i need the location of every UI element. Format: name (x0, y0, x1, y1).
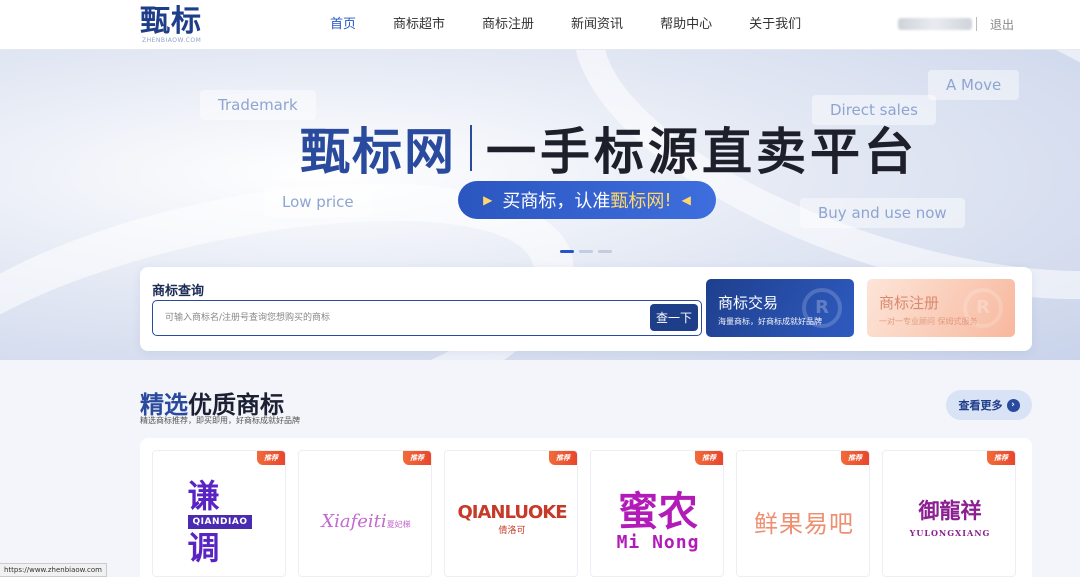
trademark-card[interactable]: 推荐 QIANLUOKE 倩洛可 (444, 450, 578, 577)
trademark-char: 调 (187, 528, 220, 567)
register-card-subtitle: 一对一专业顾问 保姆式服务 (879, 317, 978, 326)
top-header: 甄标 ZHENBIAOW.COM 首页 商标超市 商标注册 新闻资讯 帮助中心 … (0, 0, 1080, 50)
logout-link[interactable]: 退出 (990, 16, 1014, 33)
trademark-logo-text: 御龍祥 YULONGXIANG (909, 497, 991, 544)
pill-text: 买商标，认准 (502, 191, 611, 212)
registered-mark-icon: R (802, 288, 842, 328)
search-title: 商标查询 (152, 284, 205, 299)
trademark-logo-text: QIANLUOKE 倩洛可 (457, 501, 568, 540)
trademark-register-card[interactable]: 商标注册 一对一专业顾问 保姆式服务 R (867, 279, 1015, 337)
hero-divider (470, 125, 472, 171)
trademark-grid: 推荐 谦 QIANDIAO 调 推荐 Xiafeiti夏妃梯 推荐 QIANLU… (140, 438, 1032, 577)
search-button[interactable]: 查一下 (650, 304, 698, 331)
trademark-name: 蜜农 (617, 487, 698, 535)
trademark-logo: QIANLUOKE 倩洛可 (445, 465, 577, 576)
trademark-en: YULONGXIANG (909, 527, 991, 538)
trademark-en: Mi Nong (616, 531, 700, 553)
trademark-logo-text: Xiafeiti夏妃梯 (321, 511, 410, 532)
banner-tag: Low price (264, 187, 372, 217)
search-panel: 商标查询 查一下 商标交易 海量商标，好商标成就好品牌 R 商标注册 一对一专业… (140, 267, 1032, 351)
search-box: 查一下 (152, 300, 702, 336)
carousel-dot[interactable] (579, 250, 593, 253)
carousel-dot[interactable] (598, 250, 612, 253)
trademark-cn: 倩洛可 (498, 525, 526, 536)
nav-about[interactable]: 关于我们 (749, 0, 801, 50)
view-more-button[interactable]: 查看更多 › (946, 390, 1032, 420)
arrow-circle-icon: › (1006, 398, 1020, 412)
nav-home[interactable]: 首页 (330, 0, 356, 50)
trademark-card[interactable]: 推荐 蜜农 Mi Nong (590, 450, 724, 577)
site-logo[interactable]: 甄标 ZHENBIAOW.COM (140, 6, 220, 46)
banner-tag: Trademark (200, 90, 316, 120)
trademark-card[interactable]: 推荐 Xiafeiti夏妃梯 (298, 450, 432, 577)
nav-news[interactable]: 新闻资讯 (571, 0, 623, 50)
arrow-right-icon: ▶ (483, 193, 493, 207)
trademark-logo: Xiafeiti夏妃梯 (299, 465, 431, 576)
header-divider (976, 17, 977, 31)
slogan-pill: ▶ 买商标，认准 甄标网! ◀ (458, 181, 716, 219)
trademark-char: 谦 (187, 476, 220, 515)
trademark-logo-text: 鲜果易吧 (754, 510, 854, 538)
trademark-name: Xiafeiti (321, 511, 387, 532)
recommend-badge: 推荐 (695, 451, 723, 465)
trademark-logo: 谦 QIANDIAO 调 (153, 465, 285, 576)
recommend-badge: 推荐 (549, 451, 577, 465)
trademark-logo: 鲜果易吧 (737, 465, 869, 576)
carousel-dot[interactable] (560, 250, 574, 253)
carousel-dots (560, 250, 617, 253)
logo-text: 甄标 (140, 4, 202, 39)
trademark-logo-text: 蜜农 Mi Nong (616, 487, 700, 553)
registered-mark-icon: R (963, 288, 1003, 328)
view-more-label: 查看更多 (958, 399, 1003, 412)
nav-help[interactable]: 帮助中心 (660, 0, 712, 50)
trade-card-title: 商标交易 (718, 294, 779, 312)
trademark-name: 御龍祥 (918, 497, 982, 523)
banner-tag: Buy and use now (800, 198, 965, 228)
recommend-badge: 推荐 (987, 451, 1015, 465)
trademark-card[interactable]: 推荐 鲜果易吧 (736, 450, 870, 577)
trademark-trade-card[interactable]: 商标交易 海量商标，好商标成就好品牌 R (706, 279, 854, 337)
nav-trademark-register[interactable]: 商标注册 (482, 0, 534, 50)
trademark-logo: 蜜农 Mi Nong (591, 465, 723, 576)
trademark-logo: 御龍祥 YULONGXIANG (883, 465, 1015, 576)
recommend-badge: 推荐 (403, 451, 431, 465)
trademark-name: QIANLUOKE (457, 501, 568, 523)
pill-highlight: 甄标网 (610, 191, 665, 212)
recommend-badge: 推荐 (257, 451, 285, 465)
main-nav: 首页 商标超市 商标注册 新闻资讯 帮助中心 关于我们 (330, 0, 838, 50)
trademark-card[interactable]: 推荐 谦 QIANDIAO 调 (152, 450, 286, 577)
banner-tag: A Move (928, 70, 1020, 100)
recommend-badge: 推荐 (841, 451, 869, 465)
trademark-cn: 夏妃梯 (386, 520, 411, 529)
trademark-en: QIANDIAO (187, 514, 253, 529)
section-subtitle: 精选商标推荐，即买即用，好商标成就好品牌 (140, 416, 300, 425)
trademark-card[interactable]: 推荐 御龍祥 YULONGXIANG (882, 450, 1016, 577)
arrow-left-icon: ◀ (681, 193, 691, 207)
username-blurred[interactable] (898, 18, 972, 30)
logo-domain: ZHENBIAOW.COM (142, 37, 202, 44)
hero-slogan: 一手标源直卖平台 (486, 123, 918, 181)
browser-status-url: https://www.zhenbiaow.com (0, 563, 107, 577)
register-card-title: 商标注册 (879, 294, 940, 312)
search-input[interactable] (165, 301, 635, 334)
pill-end: ! (664, 189, 672, 211)
nav-trademark-market[interactable]: 商标超市 (393, 0, 445, 50)
hero-headline: 甄标网 一手标源直卖平台 (300, 112, 918, 184)
hero-brand: 甄标网 (300, 123, 456, 181)
trademark-logo-text: 谦 QIANDIAO 调 (187, 476, 253, 567)
